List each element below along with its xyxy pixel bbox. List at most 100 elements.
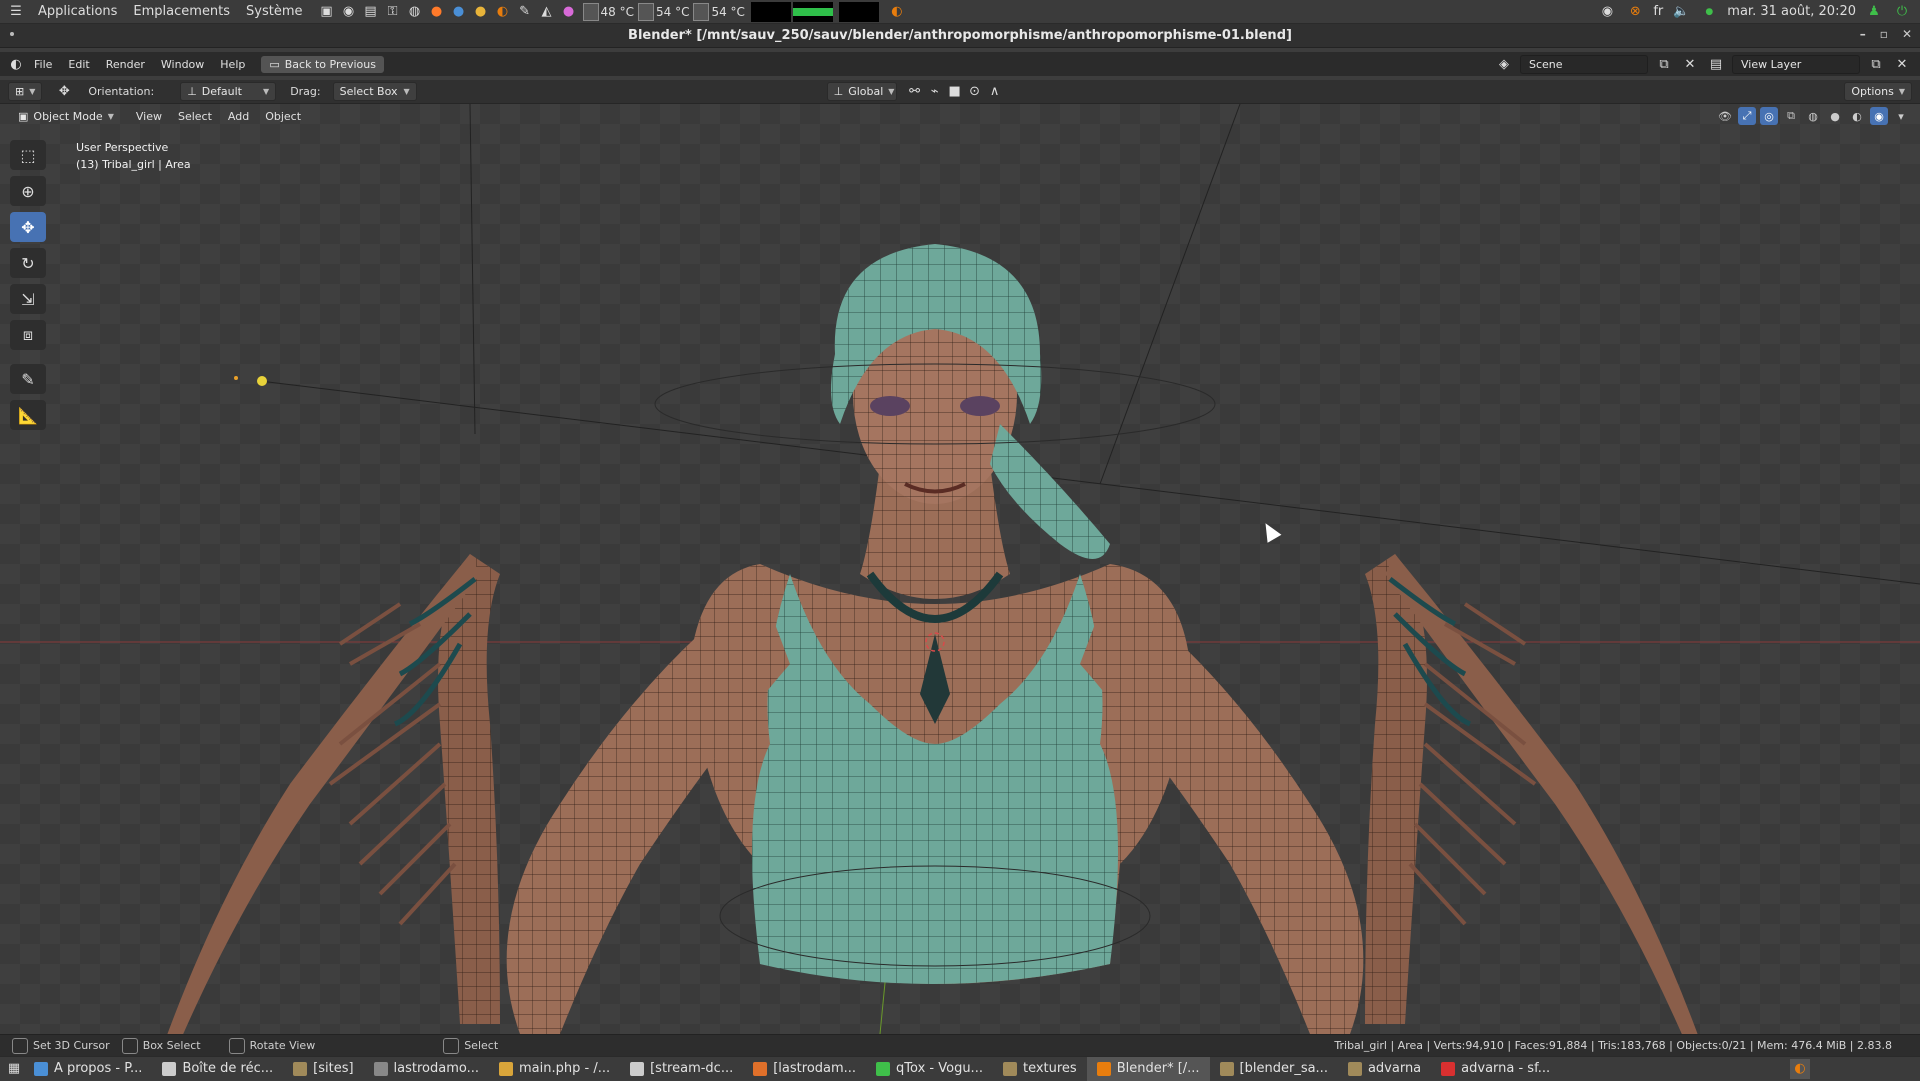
drag-dropdown[interactable]: Select Box ▼: [332, 82, 417, 101]
overlays-icon[interactable]: ◎: [1760, 107, 1778, 125]
transform-orientation-dropdown[interactable]: ⊥ Global ▼: [826, 82, 897, 101]
delete-view-layer-icon[interactable]: ✕: [1892, 54, 1912, 74]
view-layer-field[interactable]: View Layer: [1732, 54, 1860, 74]
taskbar-item[interactable]: advarna: [1338, 1057, 1431, 1081]
viewport-menu-add[interactable]: Add: [220, 110, 257, 123]
window-menu-icon[interactable]: [10, 32, 14, 36]
wireframe-shading-icon[interactable]: ◍: [1804, 107, 1822, 125]
network-status-icon[interactable]: ●: [1699, 2, 1719, 22]
new-scene-icon[interactable]: ⧉: [1654, 54, 1674, 74]
taskbar-item-label: Blender* [/...: [1116, 1061, 1200, 1076]
select-tool-icon[interactable]: ⬚: [10, 140, 46, 170]
applications-icon[interactable]: ☰: [6, 2, 26, 22]
minimize-icon[interactable]: –: [1860, 27, 1866, 41]
taskbar-item[interactable]: Boîte de réc...: [152, 1057, 283, 1081]
logout-icon[interactable]: ⏻: [1892, 2, 1912, 22]
xray-icon[interactable]: ⧉: [1782, 107, 1800, 125]
hint-box-select: Box Select: [121, 1037, 201, 1054]
taskbar-item[interactable]: A propos - P...: [24, 1057, 152, 1081]
os-menu-places[interactable]: Emplacements: [125, 4, 238, 19]
taskbar-item[interactable]: [sites]: [283, 1057, 363, 1081]
rendered-shading-icon[interactable]: ◉: [1870, 107, 1888, 125]
app-icon[interactable]: ●: [471, 2, 491, 22]
menu-file[interactable]: File: [26, 58, 60, 71]
close-icon[interactable]: ✕: [1902, 27, 1912, 41]
menu-render[interactable]: Render: [98, 58, 153, 71]
taskbar-item[interactable]: textures: [993, 1057, 1087, 1081]
taskbar-item[interactable]: qTox - Vogu...: [866, 1057, 993, 1081]
proportional-edit-icon[interactable]: ⊙: [965, 82, 985, 102]
gimp-icon[interactable]: ✎: [515, 2, 535, 22]
taskbar-item[interactable]: main.php - /...: [489, 1057, 620, 1081]
taskbar-item[interactable]: [stream-dc...: [620, 1057, 743, 1081]
snap-icon[interactable]: ⌁: [925, 82, 945, 102]
volume-icon[interactable]: 🔈: [1671, 2, 1691, 22]
scale-tool-icon[interactable]: ⇲: [10, 284, 46, 314]
inkscape-icon[interactable]: ◭: [537, 2, 557, 22]
firefox-icon[interactable]: ●: [427, 2, 447, 22]
solid-shading-icon[interactable]: ●: [1826, 107, 1844, 125]
status-icon[interactable]: ⊗: [1625, 2, 1645, 22]
chromium-icon[interactable]: ●: [449, 2, 469, 22]
shading-options-icon[interactable]: ▾: [1892, 107, 1910, 125]
screen-icon: ▭: [269, 57, 280, 71]
blender-topbar: ◐ File Edit Render Window Help ▭ Back to…: [0, 52, 1920, 76]
editor-type-dropdown[interactable]: ⊞ ▼: [8, 82, 43, 101]
show-desktop-icon[interactable]: ▦: [4, 1059, 24, 1079]
maximize-icon[interactable]: ▫: [1880, 27, 1888, 41]
3d-viewport[interactable]: [0, 104, 1920, 1034]
taskbar-item[interactable]: advarna - sf...: [1431, 1057, 1560, 1081]
taskbar-item[interactable]: [lastrodam...: [743, 1057, 866, 1081]
os-menu-applications[interactable]: Applications: [30, 4, 125, 19]
options-dropdown[interactable]: Options ▼: [1844, 82, 1912, 101]
material-shading-icon[interactable]: ◐: [1848, 107, 1866, 125]
keepass-icon[interactable]: ⚿: [383, 2, 403, 22]
delete-scene-icon[interactable]: ✕: [1680, 54, 1700, 74]
taskbar-item[interactable]: lastrodamo...: [364, 1057, 489, 1081]
scene-render: [0, 104, 1920, 1034]
tool-icon[interactable]: ◍: [405, 2, 425, 22]
user-icon[interactable]: ♟: [1864, 2, 1884, 22]
taskbar-item[interactable]: Blender* [/...: [1086, 1056, 1210, 1081]
launcher-icons: ▣ ◉ ▤ ⚿ ◍ ● ● ● ◐ ✎ ◭ ●: [317, 2, 579, 22]
menu-window[interactable]: Window: [153, 58, 212, 71]
browser-icon[interactable]: ◉: [339, 2, 359, 22]
keyboard-layout[interactable]: fr: [1653, 4, 1663, 19]
transform-tool-icon[interactable]: ⧈: [10, 320, 46, 350]
view-layer-icon[interactable]: ▤: [1706, 54, 1726, 74]
new-view-layer-icon[interactable]: ⧉: [1866, 54, 1886, 74]
blender-logo-icon[interactable]: ◐: [6, 54, 26, 74]
viewport-menu-object[interactable]: Object: [257, 110, 309, 123]
move-tool-button[interactable]: ✥: [10, 212, 46, 242]
gizmo-icon[interactable]: ⤢: [1738, 107, 1756, 125]
blender-launcher-icon[interactable]: ◐: [493, 2, 513, 22]
mode-dropdown[interactable]: ▣ Object Mode ▼: [12, 108, 120, 125]
obs-icon[interactable]: ◉: [1597, 2, 1617, 22]
file-icon[interactable]: ▤: [361, 2, 381, 22]
drag-label: Drag:: [290, 85, 321, 98]
orientation-dropdown[interactable]: ⊥ Default ▼: [180, 82, 277, 101]
menu-edit[interactable]: Edit: [60, 58, 97, 71]
falloff-icon[interactable]: ∧: [985, 82, 1005, 102]
menu-help[interactable]: Help: [212, 58, 253, 71]
snap-target-icon[interactable]: ■: [945, 82, 965, 102]
os-menu-system[interactable]: Système: [238, 4, 310, 19]
cursor-tool-icon[interactable]: ⊕: [10, 176, 46, 206]
visibility-icon[interactable]: 👁: [1716, 107, 1734, 125]
blender-tray-icon[interactable]: ◐: [887, 2, 907, 22]
viewport-menu-select[interactable]: Select: [170, 110, 220, 123]
temp-2: 54 °C: [638, 2, 689, 21]
viewport-menu-view[interactable]: View: [128, 110, 170, 123]
krita-icon[interactable]: ●: [559, 2, 579, 22]
workspace-icon[interactable]: ◐: [1790, 1058, 1810, 1079]
pivot-icon[interactable]: ⚯: [905, 82, 925, 102]
terminal-icon[interactable]: ▣: [317, 2, 337, 22]
rotate-tool-icon[interactable]: ↻: [10, 248, 46, 278]
scene-icon[interactable]: ◈: [1494, 54, 1514, 74]
scene-field[interactable]: Scene: [1520, 54, 1648, 74]
taskbar-item[interactable]: [blender_sa...: [1210, 1057, 1338, 1081]
clock[interactable]: mar. 31 août, 20:20: [1727, 4, 1856, 19]
measure-tool-icon[interactable]: 📐: [10, 400, 46, 430]
back-to-previous-button[interactable]: ▭ Back to Previous: [261, 55, 384, 73]
annotate-tool-icon[interactable]: ✎: [10, 364, 46, 394]
